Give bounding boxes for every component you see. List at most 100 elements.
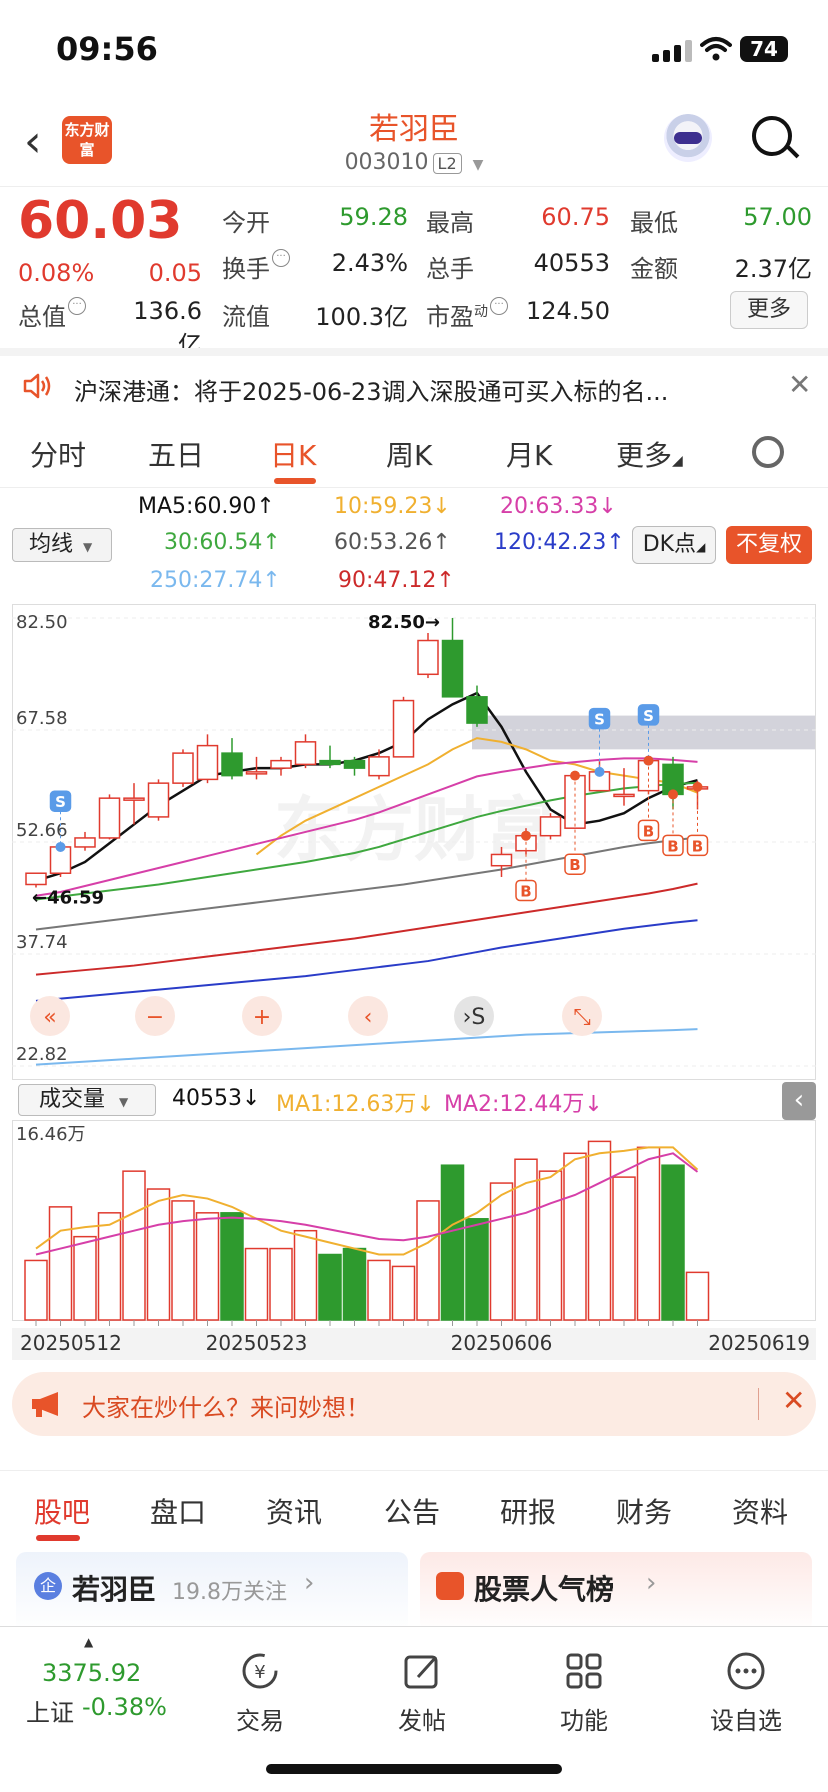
tab-forum[interactable]: 股吧 [34,1491,90,1531]
chart-control-button[interactable]: − [135,996,175,1036]
max-price-label: 82.50→ [368,612,440,633]
float-label: 流值 [222,303,270,331]
tab-daily-k[interactable]: 日K [270,434,316,474]
tab-news[interactable]: 资讯 [266,1491,322,1531]
control-glyph: ›S [463,1005,486,1030]
y-tick-label: 37.74 [16,932,68,953]
ma90-legend: 90:47.12↑ [338,568,455,593]
volume-chart[interactable]: 16.46万 20250512 20250523 20250606 20250619 [12,1120,816,1360]
nav-functions[interactable]: 功能 [524,1649,644,1736]
notice-text: 沪深港通：将于2025-06-23调入深股通可买入标的名... [74,378,669,406]
chart-control-button[interactable]: ⤡ [562,996,602,1036]
volume-bar [416,1200,440,1321]
mktcap-label[interactable]: 总值 ··· [18,297,86,332]
volume-bar [122,1170,146,1321]
close-icon[interactable]: ✕ [782,1384,805,1417]
open-label: 今开 [222,209,270,237]
candle-body [466,696,488,724]
index-value: 3375.92 [42,1659,142,1687]
notice-bar[interactable]: 沪深港通：将于2025-06-23调入深股通可买入标的名... ✕ [0,348,828,414]
signal-badge-letter: S [55,793,66,811]
active-tab-indicator [274,478,316,484]
info-icon: ··· [68,297,86,315]
level-badge: L2 [432,152,462,174]
control-glyph: ⤡ [573,1005,591,1030]
tab-announcements[interactable]: 公告 [384,1491,440,1531]
search-icon[interactable] [752,116,792,156]
chevron-right-icon: › [646,1568,657,1598]
tab-monthly-k[interactable]: 月K [506,434,552,474]
volume-bar [367,1259,391,1321]
chart-control-button[interactable]: + [242,996,282,1036]
min-price-label: ←46.59 [32,888,104,909]
control-glyph: + [253,1005,271,1030]
sell-signal: S [637,704,660,726]
candle-body [343,759,366,769]
low-value: 57.00 [743,203,812,231]
candle-body [441,639,464,698]
gear-icon[interactable] [752,436,784,468]
ma10-legend: 10:59.23↓ [334,494,451,519]
signal-dot [643,755,654,766]
tab-order-book[interactable]: 盘口 [150,1491,206,1531]
tab-financials[interactable]: 财务 [616,1491,672,1531]
volume-label: 总手 [426,255,474,283]
close-icon[interactable]: ✕ [788,368,811,401]
x-tick-label: 20250619 [708,1331,810,1355]
quote-panel: 60.03 0.08% 0.05 今开 59.28 最高 60.75 最低 57… [0,186,828,359]
tab-intraday[interactable]: 分时 [30,434,86,474]
company-card[interactable]: 企 若羽臣 19.8万关注 › [16,1552,408,1632]
pe-label[interactable]: 市盈动 ··· [426,297,508,332]
nav-add-watchlist[interactable]: 设自选 [686,1649,806,1736]
tab-more[interactable]: 更多◢ [616,434,683,474]
index-change: -0.38% [82,1693,167,1721]
candle [147,779,170,821]
amount-label: 金额 [630,255,678,283]
ask-banner[interactable]: 大家在炒什么？来问妙想！ ✕ [12,1372,816,1436]
candlestick-chart[interactable]: 东方财富82.5067.5852.6637.7422.8282.50→←46.5… [12,604,816,1080]
indicator-select[interactable]: 均线 ▼ [12,528,112,562]
signal-badge-letter: B [569,856,580,874]
tab-weekly-k[interactable]: 周K [386,434,432,474]
x-tick-label: 20250512 [20,1331,122,1355]
index-widget[interactable]: ▲ 3375.92 上证 -0.38% [20,1635,190,1727]
low-label: 最低 [630,209,678,237]
nav-trade[interactable]: ¥ 交易 [200,1649,320,1736]
no-adjust-button[interactable]: 不复权 [726,526,812,564]
follow-count: 19.8万关注 [172,1580,287,1605]
chart-control-button[interactable]: ›S [454,996,494,1036]
buy-signal: B [686,834,709,857]
vol-ma2-legend: MA2:12.44万↓ [444,1092,603,1117]
dk-point-button[interactable]: DK点◢ [632,526,716,564]
candle [98,794,121,840]
speaker-icon [23,373,51,399]
volume-bar [73,1235,97,1321]
nav-post[interactable]: 发帖 [362,1649,482,1736]
candle-body [294,741,317,766]
tab-profile[interactable]: 资料 [732,1491,788,1531]
volume-bar [24,1259,48,1321]
more-button[interactable]: 更多 [730,291,808,329]
ask-text: 大家在炒什么？来问妙想！ [82,1394,370,1422]
volume-bar [661,1164,685,1321]
chart-control-button[interactable]: « [30,996,70,1036]
tab-research[interactable]: 研报 [500,1491,556,1531]
assistant-robot-icon[interactable] [664,114,712,162]
chart-control-button[interactable]: ‹ [348,996,388,1036]
edit-icon [404,1655,438,1689]
candle-body [221,752,243,777]
open-value: 59.28 [339,203,408,231]
signal-dot [521,830,531,841]
tab-five-day[interactable]: 五日 [148,434,204,474]
buy-signal: B [515,879,537,902]
clock: 09:56 [56,30,158,68]
popularity-card[interactable]: 股票人气榜 › [420,1552,812,1632]
chart-period-tabs: 分时 五日 日K 周K 月K 更多◢ [0,418,828,488]
stock-header: ‹ 东方财富 若羽臣 003010 L2 ▼ [0,100,828,184]
collapse-panel-button[interactable]: ‹ [782,1082,816,1120]
volume-indicator-select[interactable]: 成交量 ▼ [18,1084,156,1116]
volume-bar [146,1188,171,1321]
turnover-label[interactable]: 换手 ··· [222,249,290,284]
index-name: 上证 [26,1699,74,1727]
volume-bar [391,1265,416,1321]
